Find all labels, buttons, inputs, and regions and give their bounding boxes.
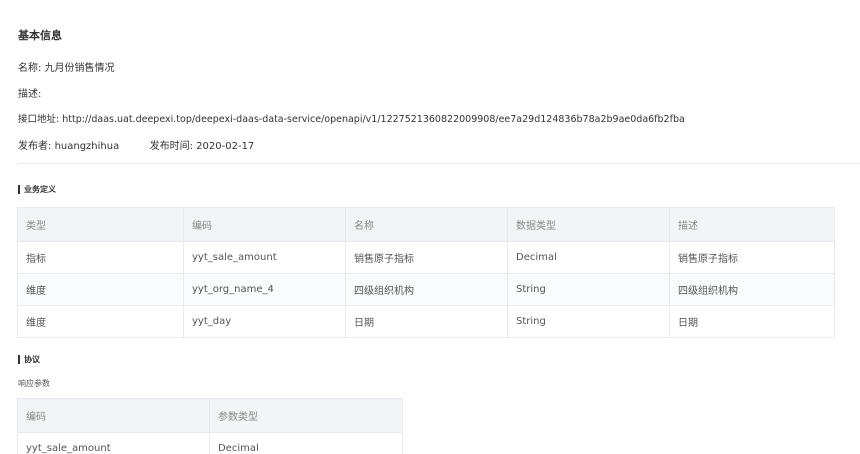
description-row: 描述: <box>18 85 41 100</box>
table-row: 维度 yyt_org_name_4 四级组织机构 String 四级组织机构 <box>17 273 835 306</box>
table-cell: String <box>507 305 670 338</box>
table-header-row: 编码 参数类型 <box>17 398 403 433</box>
table-cell: yyt_sale_amount <box>17 432 210 454</box>
column-header: 描述 <box>669 207 835 242</box>
table-cell: Decimal <box>507 241 670 274</box>
table-cell: 四级组织机构 <box>669 273 835 306</box>
publish-time-label: 发布时间: <box>149 141 193 152</box>
response-params-table: 编码 参数类型 yyt_sale_amount Decimal <box>17 398 403 454</box>
table-row: 指标 yyt_sale_amount 销售原子指标 Decimal 销售原子指标 <box>17 241 835 274</box>
api-address-value[interactable]: http://daas.uat.deepexi.top/deepexi-daas… <box>62 114 685 125</box>
table-cell: 日期 <box>345 305 508 338</box>
table-cell: Decimal <box>209 432 403 454</box>
table-cell: 四级组织机构 <box>345 273 508 306</box>
basic-info-title: 基本信息 <box>18 29 62 42</box>
business-definition-table: 类型 编码 名称 数据类型 描述 指标 yyt_sale_amount 销售原子… <box>17 207 835 338</box>
description-label: 描述: <box>18 89 42 100</box>
table-row: 维度 yyt_day 日期 String 日期 <box>17 305 835 338</box>
table-cell: yyt_day <box>183 305 346 338</box>
name-value: 九月份销售情况 <box>44 63 115 74</box>
publish-row: 发布者: huangzhihua 发布时间: 2020-02-17 <box>18 137 254 152</box>
column-header: 数据类型 <box>507 207 670 242</box>
publisher-label: 发布者: <box>18 141 52 152</box>
name-row: 名称: 九月份销售情况 <box>18 59 115 74</box>
table-cell: 维度 <box>17 305 184 338</box>
table-cell: 指标 <box>17 241 184 274</box>
table-row: yyt_sale_amount Decimal <box>17 432 403 454</box>
column-header: 名称 <box>345 207 508 242</box>
table-cell: String <box>507 273 670 306</box>
table-cell: 销售原子指标 <box>345 241 508 274</box>
publish-time-value: 2020-02-17 <box>196 141 255 152</box>
table-cell: 日期 <box>669 305 835 338</box>
table-header-row: 类型 编码 名称 数据类型 描述 <box>17 207 835 242</box>
publisher-value: huangzhihua <box>54 141 120 152</box>
section-divider <box>18 163 860 164</box>
column-header: 编码 <box>17 398 210 433</box>
table-cell: yyt_sale_amount <box>183 241 346 274</box>
column-header: 编码 <box>183 207 346 242</box>
response-params-label: 响应参数 <box>18 379 50 388</box>
api-address-row: 接口地址: http://daas.uat.deepexi.top/deepex… <box>18 111 685 125</box>
table-cell: 维度 <box>17 273 184 306</box>
table-cell: yyt_org_name_4 <box>183 273 346 306</box>
column-header: 参数类型 <box>209 398 403 433</box>
column-header: 类型 <box>17 207 184 242</box>
name-label: 名称: <box>18 63 42 74</box>
api-address-label: 接口地址: <box>18 114 60 125</box>
table-cell: 销售原子指标 <box>669 241 835 274</box>
api-detail-page: 基本信息 名称: 九月份销售情况 描述: 接口地址: http://daas.u… <box>0 0 860 454</box>
business-definition-title: 业务定义 <box>18 185 56 194</box>
protocol-title: 协议 <box>18 355 40 364</box>
